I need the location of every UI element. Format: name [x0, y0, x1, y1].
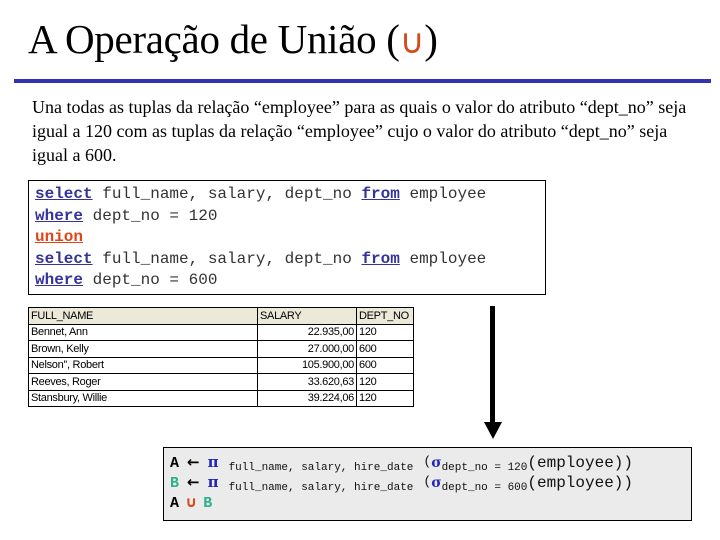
left-arrow-icon: ← [187, 453, 200, 471]
cell-dept-no: 120 [356, 373, 414, 391]
sql-keyword-from: from [361, 249, 400, 268]
sql-text: full_name, salary, dept_no [92, 185, 362, 203]
sql-line: where dept_no = 600 [35, 270, 545, 292]
cell-salary: 22.935,00 [257, 323, 357, 341]
ra-expression-b: B ← π full_name, salary, hire_date (σdep… [170, 472, 691, 494]
column-header-full-name: FULL_NAME [28, 307, 258, 325]
sql-keyword-select: select [35, 249, 93, 268]
table-row: Nelson'', Robert 105.900,00 600 [28, 356, 414, 374]
cell-full-name: Brown, Kelly [28, 340, 258, 358]
sql-keyword-select: select [35, 185, 93, 203]
cell-dept-no: 120 [356, 323, 414, 341]
sigma-selection-icon: σ [431, 455, 442, 471]
title-close-paren: ) [424, 16, 438, 62]
table-row: Bennet, Ann 22.935,00 120 [28, 323, 414, 341]
table-header-row: FULL_NAME SALARY DEPT_NO [28, 307, 414, 325]
table-row: Reeves, Roger 33.620,63 120 [28, 373, 414, 391]
cell-salary: 33.620,63 [257, 373, 357, 391]
pi-projection-icon: π [207, 453, 219, 471]
description-text: Una todas as tuplas da relação “employee… [32, 97, 687, 165]
title-divider [14, 79, 711, 83]
table-row: Brown, Kelly 27.000,00 600 [28, 340, 414, 358]
cell-full-name: Nelson'', Robert [28, 356, 258, 374]
left-arrow-icon: ← [187, 473, 200, 491]
sql-text: employee [399, 249, 487, 268]
cell-salary: 39.224,06 [257, 389, 357, 407]
sql-line: select full_name, salary, dept_no from e… [35, 249, 545, 271]
union-symbol-icon: ∪ [399, 22, 425, 62]
cell-dept-no: 600 [356, 340, 414, 358]
relation-a-label: A [170, 455, 180, 472]
sql-line: where dept_no = 120 [35, 206, 545, 228]
sql-keyword-where: where [35, 271, 84, 290]
sql-text: dept_no = 120 [83, 206, 218, 225]
sql-text: dept_no = 600 [83, 271, 218, 290]
sigma-selection-icon: σ [431, 475, 442, 491]
sql-text: full_name, salary, dept_no [92, 249, 362, 268]
sql-text: employee [399, 185, 487, 203]
cell-dept-no: 600 [356, 356, 414, 374]
cell-full-name: Stansbury, Willie [28, 389, 258, 407]
cell-dept-no: 120 [356, 389, 414, 407]
column-header-dept-no: DEPT_NO [356, 307, 414, 325]
result-table: FULL_NAME SALARY DEPT_NO Bennet, Ann 22.… [28, 307, 414, 407]
relational-algebra-box: A ← π full_name, salary, hire_date (σdep… [163, 447, 692, 521]
down-arrow-icon [484, 306, 502, 439]
cell-salary: 27.000,00 [257, 340, 357, 358]
relation-b-label: B [203, 495, 213, 512]
union-symbol-icon: ∪ [185, 493, 198, 511]
sql-keyword-where: where [35, 206, 84, 225]
ra-expression-a: A ← π full_name, salary, hire_date (σdep… [170, 452, 691, 474]
cell-salary: 105.900,00 [257, 356, 357, 374]
sql-line: union [35, 227, 545, 249]
table-row: Stansbury, Willie 39.224,06 120 [28, 389, 414, 407]
column-header-salary: SALARY [257, 307, 357, 325]
relation-a-label: A [170, 495, 180, 512]
relation-b-label: B [170, 475, 180, 492]
sql-query-box: select full_name, salary, dept_no from e… [28, 180, 546, 295]
ra-union-expression: A ∪ B [170, 492, 691, 512]
sql-line: select full_name, salary, dept_no from e… [35, 184, 545, 206]
sql-keyword-from: from [361, 185, 400, 203]
pi-projection-icon: π [207, 473, 219, 491]
title-text: A Operação de União ( [28, 16, 400, 62]
cell-full-name: Reeves, Roger [28, 373, 258, 391]
relation-argument: (employee)) [527, 454, 634, 472]
relation-argument: (employee)) [527, 474, 634, 492]
sql-keyword-union: union [35, 228, 84, 247]
slide-title: A Operação de União (∪) [28, 14, 438, 67]
cell-full-name: Bennet, Ann [28, 323, 258, 341]
